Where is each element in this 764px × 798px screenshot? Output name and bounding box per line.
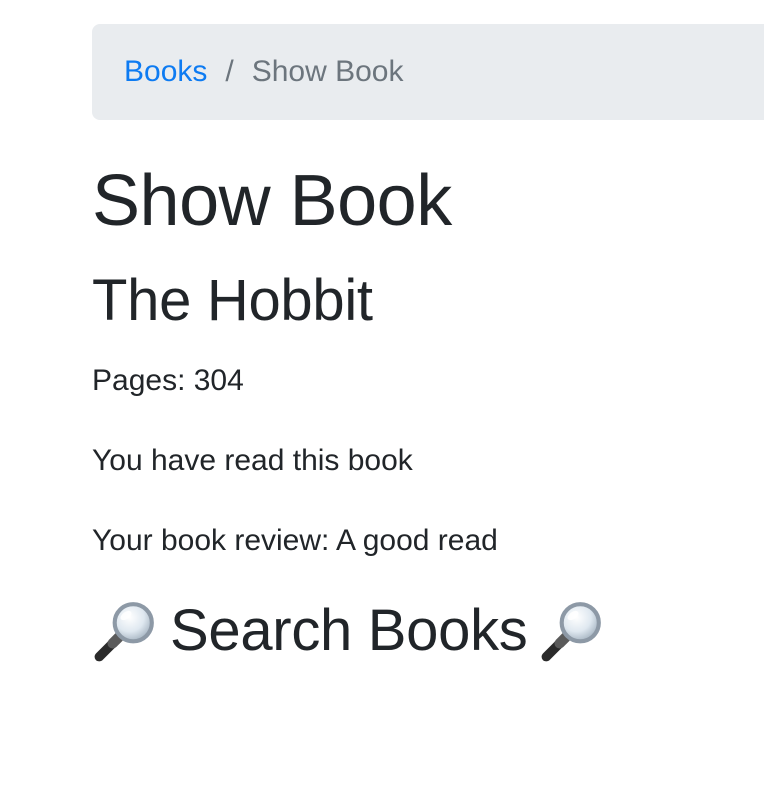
page: Books / Show Book Show Book The Hobbit P… (0, 0, 764, 798)
page-title: Show Book (92, 161, 452, 241)
book-review: Your book review: A good read (92, 524, 498, 557)
search-books-heading: Search Books (92, 596, 605, 666)
breadcrumb-current: Show Book (251, 55, 404, 88)
search-books-label: Search Books (170, 598, 528, 663)
book-title: The Hobbit (92, 268, 373, 333)
breadcrumb-link-books[interactable]: Books (124, 57, 207, 87)
book-pages: Pages: 304 (92, 364, 244, 397)
read-status: You have read this book (92, 444, 413, 477)
magnifying-glass-icon (539, 598, 605, 664)
breadcrumb-separator: / (225, 55, 234, 88)
breadcrumb: Books / Show Book (92, 24, 764, 120)
magnifying-glass-icon (92, 598, 158, 664)
